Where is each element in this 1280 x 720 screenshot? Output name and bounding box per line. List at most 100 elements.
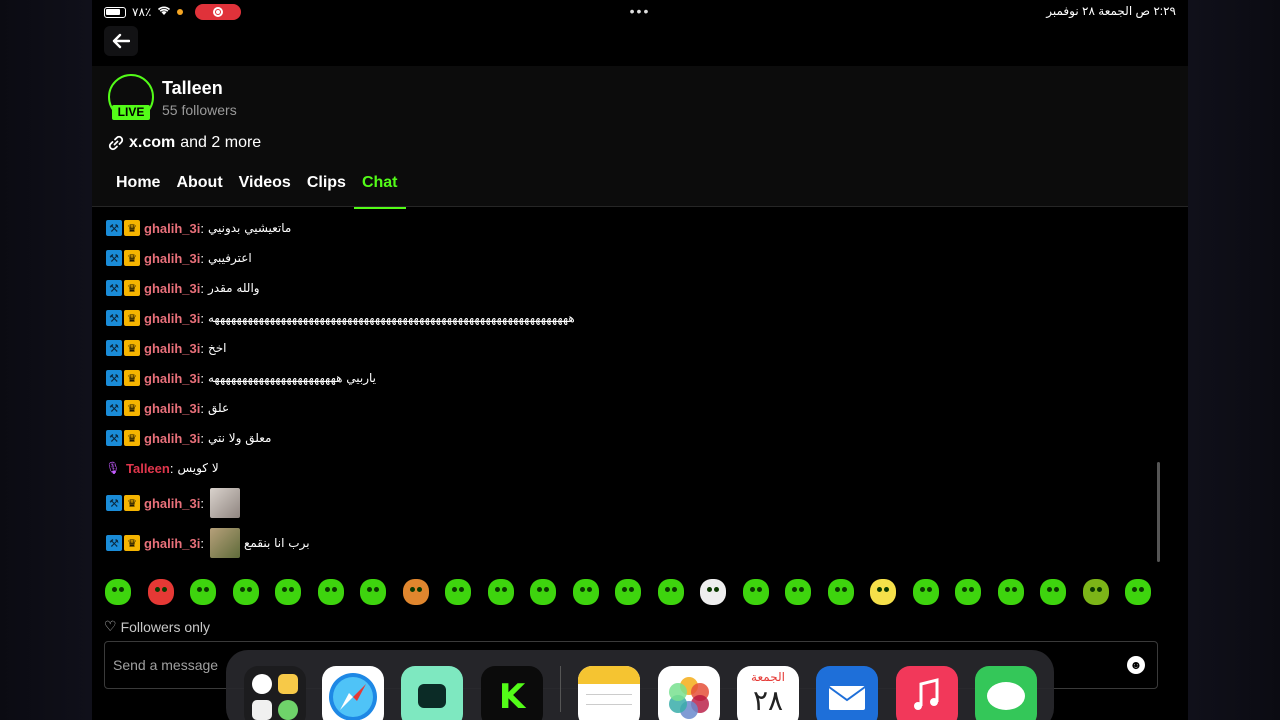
- tab-clips[interactable]: Clips: [299, 166, 354, 200]
- chat-list[interactable]: ⚒ ♛ ghalih_3i: ماتعيشيي بدونيي ⚒ ♛ ghalih_3i: ا…: [104, 212, 1164, 566]
- kick-app-icon[interactable]: K: [481, 666, 543, 720]
- emote-icon[interactable]: [1125, 579, 1151, 605]
- chat-message[interactable]: ⚒ ♛ ghalih_3i: علق: [106, 398, 229, 418]
- emote-icon[interactable]: [997, 579, 1024, 605]
- emote-icon[interactable]: [105, 579, 131, 605]
- tab-about[interactable]: About: [168, 166, 230, 200]
- emote-icon[interactable]: [1040, 579, 1066, 605]
- chat-message[interactable]: ⚒ ♛ ghalih_3i: اخخ: [106, 338, 226, 358]
- moderator-badge-icon: ⚒: [106, 495, 122, 511]
- chat-username[interactable]: ghalih_3i: [144, 371, 200, 386]
- chat-message[interactable]: ⚒ ♛ ghalih_3i: اعترفيبي: [106, 248, 252, 268]
- chat-message[interactable]: ⚒ ♛ ghalih_3i: ياربيي ههههههههههههههههههههه…: [106, 368, 376, 388]
- emote-icon[interactable]: [317, 579, 344, 605]
- screen-record-indicator[interactable]: [195, 4, 242, 20]
- left-bezel: [0, 0, 92, 720]
- ios-dock: K الجمعة ٢٨: [226, 650, 1054, 720]
- tab-home[interactable]: Home: [108, 166, 168, 200]
- link-primary[interactable]: x.com: [129, 134, 175, 152]
- emote-icon[interactable]: [912, 579, 939, 605]
- chat-username[interactable]: ghalih_3i: [144, 431, 200, 446]
- chat-username[interactable]: ghalih_3i: [144, 251, 200, 266]
- tabs-divider: [92, 206, 1188, 207]
- moderator-badge-icon: ⚒: [106, 310, 122, 326]
- chat-username[interactable]: ghalih_3i: [144, 281, 200, 296]
- broadcaster-mic-icon: 🎙: [105, 461, 121, 475]
- chat-separator: :: [200, 495, 204, 511]
- chat-username[interactable]: Talleen: [126, 461, 170, 476]
- emote-icon[interactable]: [955, 579, 981, 605]
- chat-username[interactable]: ghalih_3i: [144, 311, 200, 326]
- photos-icon[interactable]: [658, 666, 720, 720]
- followers-count: 55 followers: [162, 102, 237, 118]
- link-icon: [108, 135, 124, 151]
- emote-icon[interactable]: [572, 579, 599, 605]
- safari-icon[interactable]: [322, 666, 384, 720]
- emote-icon[interactable]: [232, 579, 259, 605]
- chat-separator: :: [200, 220, 204, 236]
- vip-crown-icon: ♛: [124, 220, 140, 236]
- calendar-day-number: ٢٨: [752, 684, 784, 717]
- vip-crown-icon: ♛: [124, 250, 140, 266]
- emote-icon[interactable]: [1082, 579, 1109, 605]
- emote-icon[interactable]: [700, 579, 726, 605]
- emote-icon[interactable]: [190, 579, 216, 605]
- emote-icon[interactable]: [445, 579, 471, 605]
- emote-icon[interactable]: [785, 579, 811, 605]
- chat-message[interactable]: ⚒ ♛ ghalih_3i:: [106, 488, 240, 518]
- calendar-icon[interactable]: الجمعة ٢٨: [737, 666, 799, 720]
- multitask-dots[interactable]: •••: [630, 3, 651, 19]
- chat-message[interactable]: ⚒ ♛ ghalih_3i: ماتعيشيي بدونيي: [106, 218, 291, 238]
- vip-crown-icon: ♛: [124, 535, 140, 551]
- emote-icon[interactable]: [657, 579, 684, 605]
- chat-scrollbar[interactable]: [1157, 462, 1160, 562]
- right-bezel: [1188, 0, 1280, 720]
- clock-widget-icon[interactable]: [244, 666, 306, 720]
- chat-message[interactable]: ⚒ ♛ ghalih_3i: والله مقدر: [106, 278, 260, 298]
- streamlabs-icon[interactable]: [401, 666, 463, 720]
- chat-username[interactable]: ghalih_3i: [144, 536, 200, 551]
- mail-icon[interactable]: [816, 666, 878, 720]
- emoji-picker-icon[interactable]: ☻: [1127, 656, 1145, 674]
- chat-message-text: علق: [207, 401, 230, 415]
- chat-username[interactable]: ghalih_3i: [144, 401, 200, 416]
- channel-links[interactable]: x.com and 2 more: [108, 134, 261, 152]
- heart-icon: ♡: [104, 618, 117, 634]
- music-icon[interactable]: [896, 666, 958, 720]
- emote-icon[interactable]: [487, 579, 514, 605]
- chat-message[interactable]: ⚒ ♛ ghalih_3i: معلق ولا نتي: [106, 428, 271, 448]
- moderator-badge-icon: ⚒: [106, 280, 122, 296]
- messages-icon[interactable]: [975, 666, 1037, 720]
- battery-percent: ٧٨٪: [132, 5, 152, 19]
- chat-sticker-image[interactable]: [209, 488, 240, 518]
- chat-username[interactable]: ghalih_3i: [144, 496, 200, 511]
- emote-icon[interactable]: [742, 579, 769, 605]
- arrow-left-icon: [112, 33, 130, 49]
- link-more[interactable]: and 2 more: [180, 134, 261, 152]
- chat-username[interactable]: ghalih_3i: [144, 221, 200, 236]
- chat-separator: :: [169, 460, 174, 476]
- chat-username[interactable]: ghalih_3i: [144, 341, 200, 356]
- channel-tabs: Home About Videos Clips Chat: [108, 166, 406, 209]
- vip-crown-icon: ♛: [124, 310, 140, 326]
- emote-icon[interactable]: [360, 579, 386, 605]
- emote-icon[interactable]: [402, 579, 429, 605]
- tab-videos[interactable]: Videos: [231, 166, 299, 200]
- emote-icon[interactable]: [615, 579, 641, 605]
- notes-icon[interactable]: [578, 666, 640, 720]
- chat-message-text: معلق ولا نتي: [207, 431, 272, 445]
- status-left: ٧٨٪: [104, 4, 242, 20]
- emote-icon[interactable]: [147, 579, 174, 605]
- moderator-badge-icon: ⚒: [106, 400, 122, 416]
- chat-message[interactable]: 🎙 Talleen: لا كويس: [105, 458, 218, 478]
- emote-icon[interactable]: [827, 579, 854, 605]
- chat-message[interactable]: ⚒ ♛ ghalih_3i: برب انا بنقمع: [106, 528, 310, 558]
- channel-name[interactable]: Talleen: [162, 78, 223, 99]
- emote-icon[interactable]: [870, 579, 896, 605]
- tab-chat[interactable]: Chat: [353, 166, 406, 209]
- back-button[interactable]: [104, 26, 138, 56]
- emote-icon[interactable]: [530, 579, 556, 605]
- chat-message[interactable]: ⚒ ♛ ghalih_3i: هههههههههههههههههههههههههههه…: [106, 308, 575, 328]
- chat-sticker-image[interactable]: [209, 528, 240, 558]
- emote-icon[interactable]: [275, 579, 301, 605]
